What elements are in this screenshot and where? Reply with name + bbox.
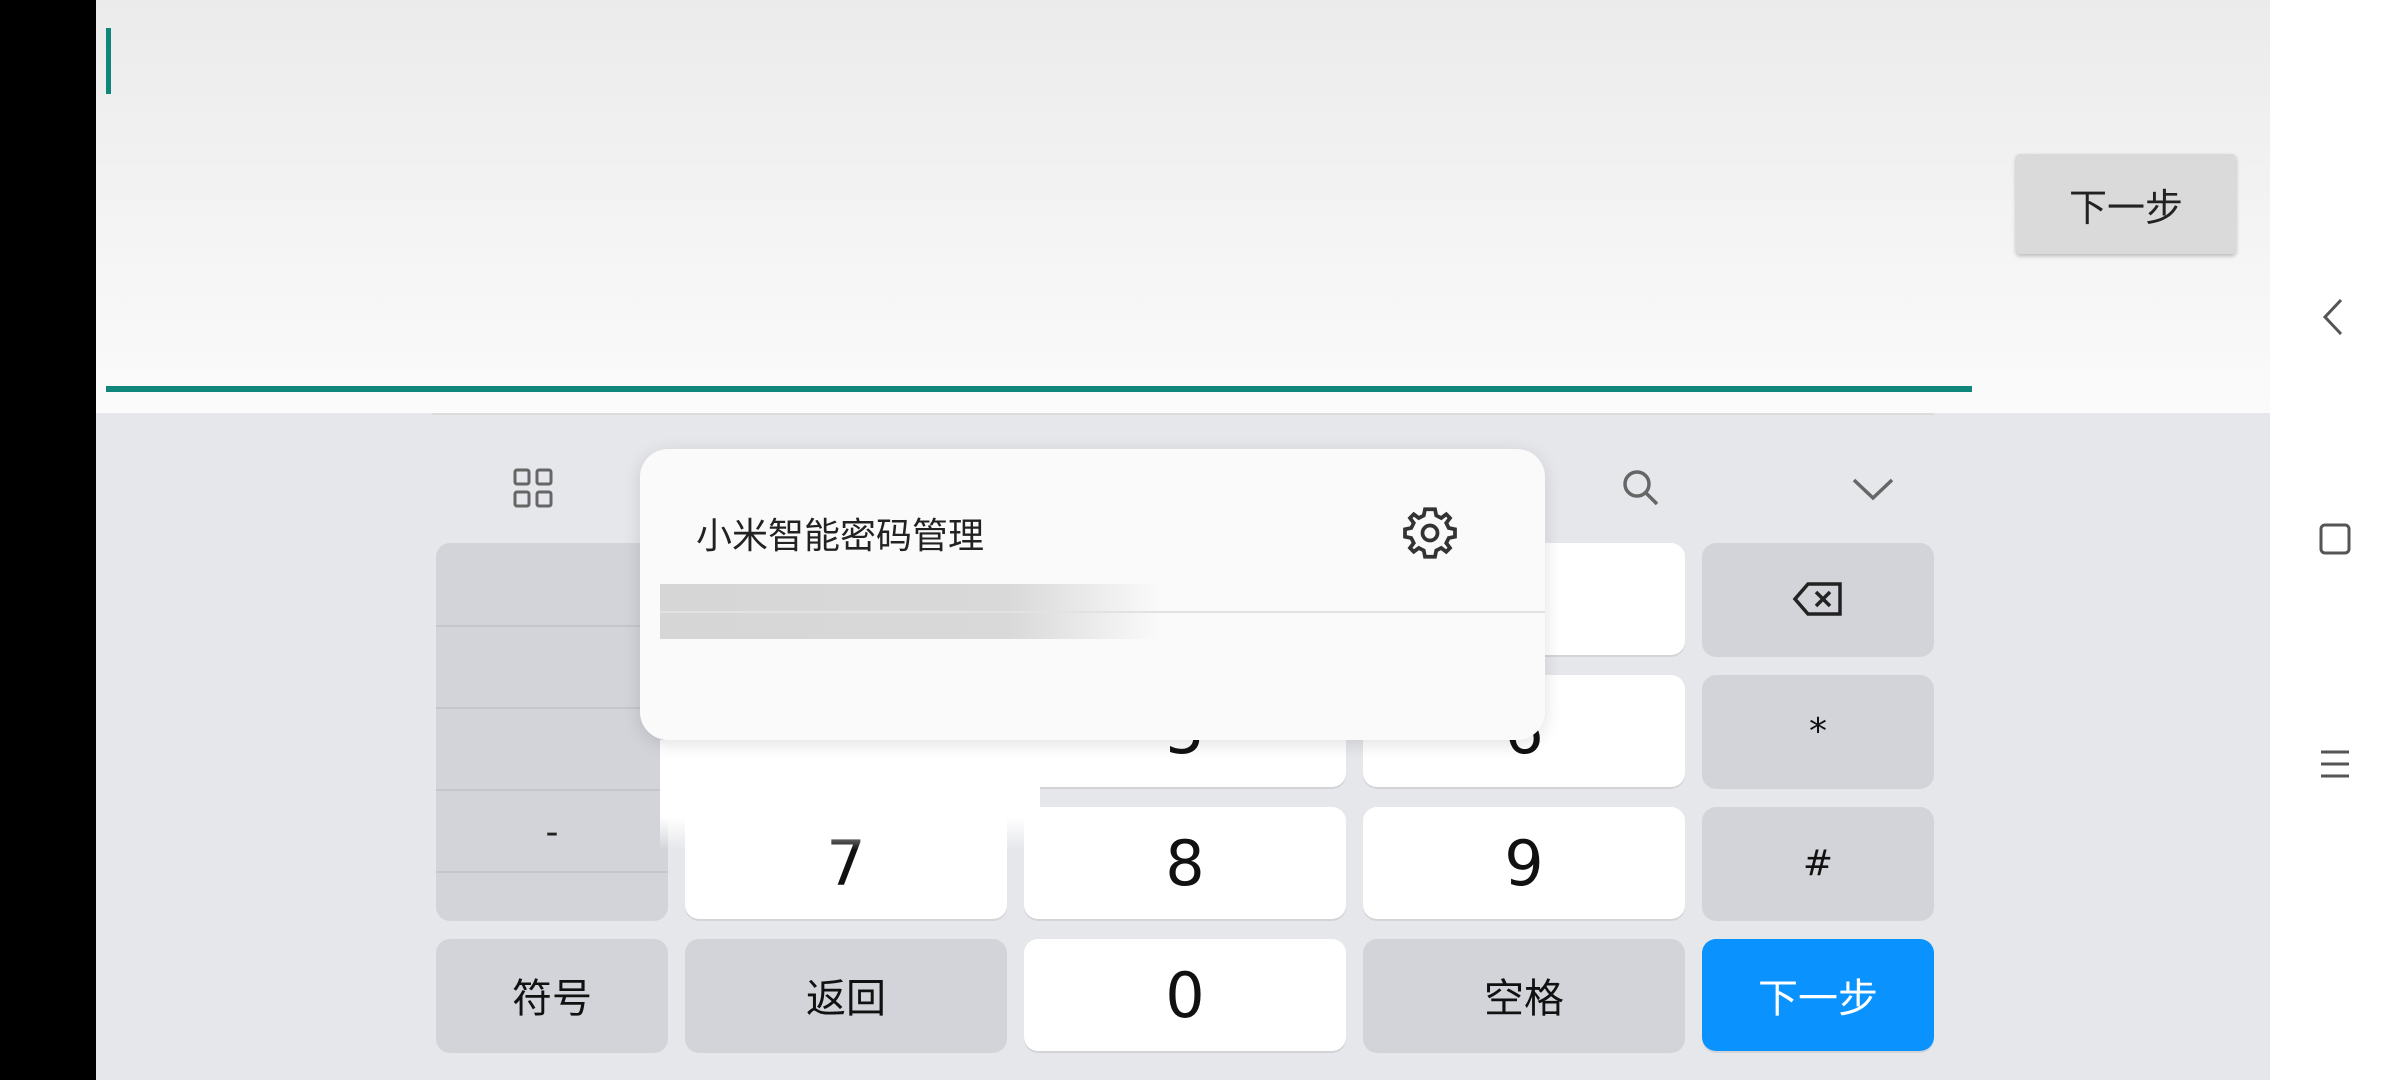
key-8[interactable]: 8 [1024,807,1346,919]
next-button[interactable]: 下一步 [2016,154,2236,254]
popup-title: 小米智能密码管理 [696,516,985,557]
back-key[interactable]: 返回 [685,939,1007,1051]
key-star[interactable]: * [1702,675,1934,787]
text-cursor [106,28,111,94]
space-key[interactable]: 空格 [1363,939,1685,1051]
symbol-column[interactable]: - [436,543,668,921]
key-hash[interactable]: # [1702,807,1934,919]
left-black-edge [0,0,96,1080]
input-underline [106,386,1972,392]
key-9[interactable]: 9 [1363,807,1685,919]
popup-fade [660,740,1040,850]
popup-divider [660,611,1545,613]
next-key[interactable]: 下一步 [1702,939,1934,1051]
password-manager-popup[interactable]: 小米智能密码管理 [640,449,1545,740]
collapse-keyboard-icon[interactable] [1828,443,1918,533]
backspace-icon [1792,582,1842,616]
grid-icon[interactable] [488,443,578,533]
input-area: 下一步 [96,0,2270,413]
symbols-key[interactable]: 符号 [436,939,668,1051]
back-nav-icon[interactable] [2270,292,2400,346]
backspace-key[interactable] [1702,543,1934,655]
gear-icon[interactable] [1400,503,1460,563]
key-0[interactable]: 0 [1024,939,1346,1051]
keyboard-top-divider [432,413,1934,415]
search-icon[interactable] [1596,443,1686,533]
recents-nav-icon[interactable] [2270,742,2400,790]
system-nav-bar [2270,0,2400,1080]
home-nav-icon[interactable] [2270,518,2400,566]
symbol-dash[interactable]: - [436,793,668,871]
